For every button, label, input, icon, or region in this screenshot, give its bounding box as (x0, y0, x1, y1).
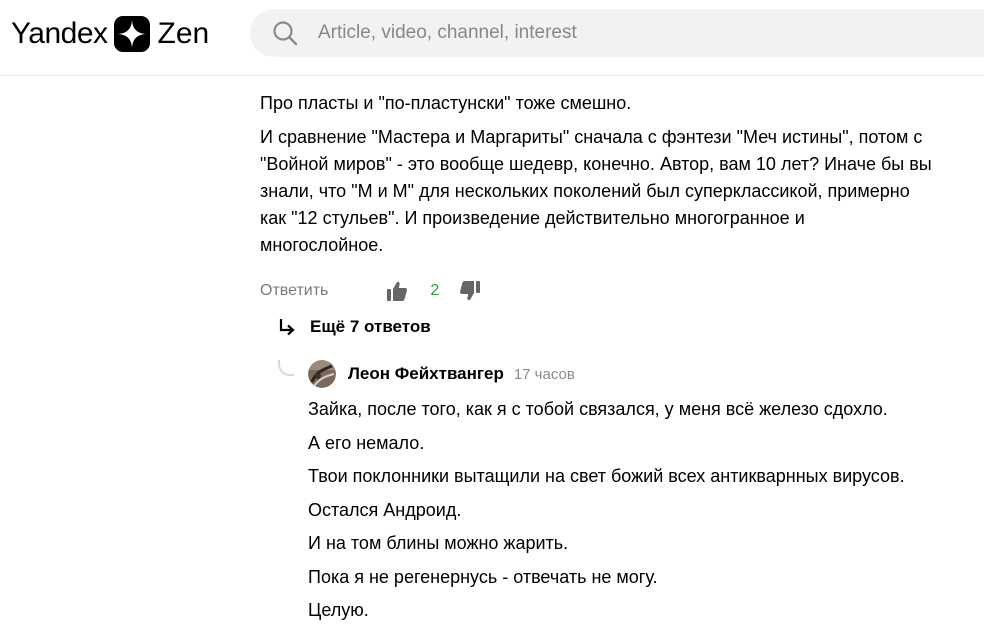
reply-text-line: Зайка, после того, как я с тобой связалс… (308, 399, 888, 419)
reply-time: 17 часов (513, 365, 575, 383)
logo-zen-text: Zen (157, 17, 210, 50)
zen-logo-icon (113, 16, 150, 52)
reply-button[interactable]: Ответить (260, 282, 328, 300)
thread-connector (278, 360, 294, 376)
more-replies-link[interactable]: Ещё 7 ответов (276, 316, 431, 338)
reply-author[interactable]: Леон Фейхтвангер (348, 364, 504, 384)
more-replies-label: Ещё 7 ответов (310, 317, 431, 336)
reply-header: Леон Фейхтвангер 17 часов (308, 359, 575, 389)
comment-text-line: И сравнение "Мастера и Маргариты" сначал… (260, 127, 923, 147)
thumb-up-icon[interactable] (386, 280, 408, 302)
avatar[interactable] (308, 360, 336, 388)
comment-text-line: знали, что "М и М" для нескольких поколе… (260, 181, 910, 201)
header: Yandex Zen (0, 0, 984, 76)
comment-text-line: многослойное. (260, 235, 384, 255)
search-input[interactable] (316, 21, 920, 45)
logo-yandex-text: Yandex (11, 17, 108, 50)
reply-text-line: Пока я не регенернусь - отвечать не могу… (308, 567, 658, 587)
search-icon (273, 21, 298, 46)
search-bar[interactable] (250, 9, 984, 57)
reply-arrow-icon (279, 319, 295, 336)
reply-text-line: Твои поклонники вытащили на свет божий в… (308, 466, 905, 486)
comment-actions: Ответить 2 (260, 276, 481, 306)
comment-text-line: "Войной миров" - это вообще шедевр, коне… (260, 154, 932, 174)
reply-text-line: Остался Андроид. (308, 500, 462, 520)
comment-text-line: как "12 стульев". И произведение действи… (260, 208, 805, 228)
reply-text-line: А его немало. (308, 433, 425, 453)
yandex-zen-logo[interactable]: Yandex Zen (11, 14, 209, 54)
thumb-down-icon[interactable] (459, 280, 481, 302)
reply-text-line: Целую. (308, 600, 369, 620)
like-count: 2 (430, 282, 440, 299)
comment-text-line: Про пласты и "по-пластунски" тоже смешно… (260, 93, 632, 113)
reply-text-line: И на том блины можно жарить. (308, 533, 569, 553)
